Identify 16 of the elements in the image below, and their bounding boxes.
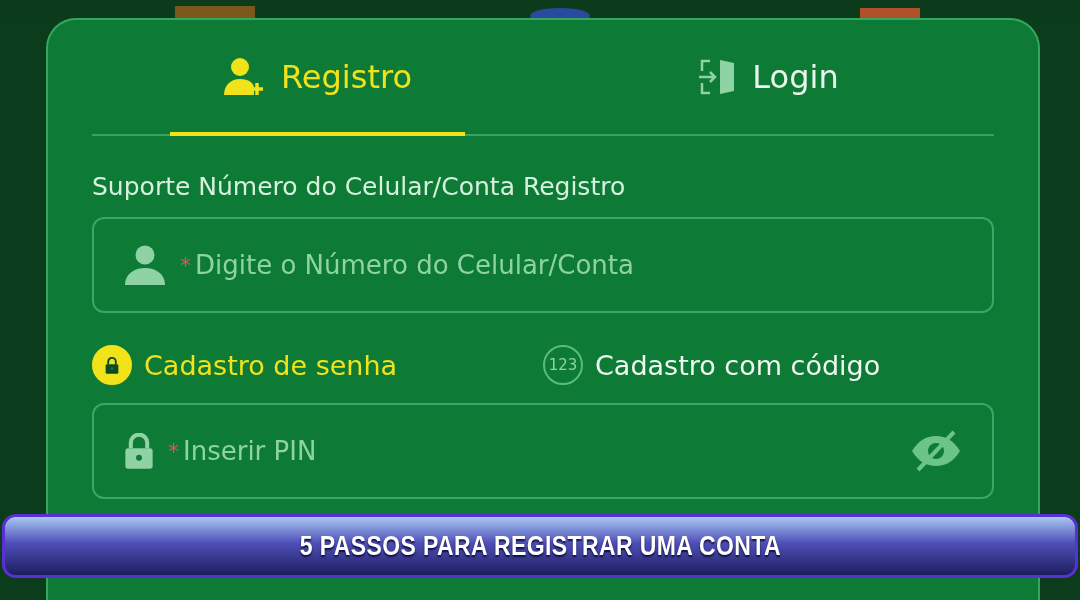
lock-icon bbox=[124, 433, 154, 469]
user-icon bbox=[124, 245, 166, 285]
pin-input[interactable]: Inserir PIN bbox=[181, 435, 896, 467]
account-input[interactable]: Digite o Número do Celular/Conta bbox=[193, 249, 962, 281]
mode-option[interactable]: 123 Cadastro com código bbox=[543, 345, 994, 385]
tab[interactable]: Login bbox=[543, 20, 994, 134]
code-icon: 123 bbox=[543, 345, 583, 385]
mode-label: Cadastro com código bbox=[595, 349, 881, 381]
field-label: Suporte Número do Celular/Conta Registro bbox=[92, 172, 627, 201]
mode-option[interactable]: Cadastro de senha bbox=[92, 345, 543, 385]
eye-off-icon[interactable] bbox=[910, 429, 962, 473]
banner-title: 5 PASSOS PARA REGISTRAR UMA CONTA bbox=[299, 530, 781, 562]
required-mark: * bbox=[180, 252, 191, 278]
required-mark: * bbox=[168, 438, 179, 464]
tab[interactable]: Registro bbox=[92, 20, 543, 134]
mode-label: Cadastro de senha bbox=[144, 349, 398, 381]
